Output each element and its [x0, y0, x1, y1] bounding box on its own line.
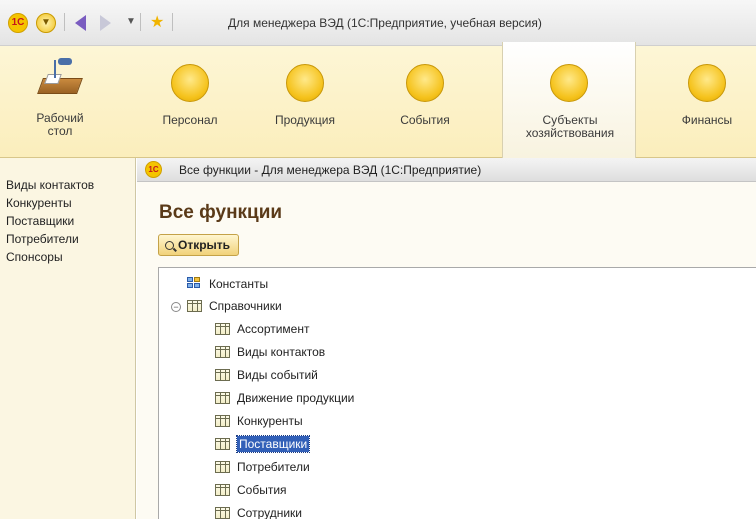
back-arrow-icon[interactable]: [75, 15, 86, 31]
nav-item-suppliers[interactable]: Поставщики: [0, 212, 135, 230]
tree-item-catalog[interactable]: События: [215, 480, 287, 500]
subwindow-title: Все функции - Для менеджера ВЭД (1С:Пред…: [179, 163, 482, 177]
tree-item-label: Движение продукции: [237, 391, 355, 405]
tree-item-catalog[interactable]: Конкуренты: [215, 411, 303, 431]
section-icon: [406, 64, 444, 102]
navigation-panel: Виды контактов Конкуренты Поставщики Пот…: [0, 158, 136, 519]
open-button-label: Открыть: [178, 238, 231, 252]
section-icon: [550, 64, 588, 102]
section-icon: [286, 64, 324, 102]
section-label: Персонал: [162, 113, 218, 127]
search-icon: [165, 241, 174, 250]
nav-item-consumers[interactable]: Потребители: [0, 230, 135, 248]
catalog-icon: [215, 323, 230, 335]
tree-item-catalog[interactable]: Ассортимент: [215, 319, 309, 339]
section-label: Субъекты хозяйствования: [525, 113, 615, 140]
section-icon: [171, 64, 209, 102]
catalog-icon: [215, 461, 230, 473]
tree-item-catalog[interactable]: Потребители: [215, 457, 310, 477]
separator: [64, 13, 65, 31]
section-staff[interactable]: Персонал: [148, 46, 232, 158]
separator: [172, 13, 173, 31]
catalog-icon: [215, 484, 230, 496]
catalog-icon: [215, 507, 230, 519]
catalog-icon: [215, 346, 230, 358]
tree-item-catalog[interactable]: Движение продукции: [215, 388, 354, 408]
nav-item-contact-types[interactable]: Виды контактов: [0, 176, 135, 194]
tree-item-label: Ассортимент: [237, 322, 310, 336]
desk-icon: [37, 58, 83, 98]
app-logo-icon: 1С: [145, 161, 162, 178]
tree-item-catalog[interactable]: Виды событий: [215, 365, 318, 385]
tree-item-label: Потребители: [237, 460, 310, 474]
section-finance[interactable]: Финансы: [664, 46, 750, 158]
catalog-icon: [215, 369, 230, 381]
section-business-entities[interactable]: Субъекты хозяйствования: [502, 42, 636, 158]
catalog-icon: [215, 392, 230, 404]
page-title: Все функции: [159, 202, 283, 223]
app-logo-icon[interactable]: 1С: [8, 13, 28, 33]
section-label: События: [400, 113, 450, 127]
section-label: Финансы: [681, 113, 733, 127]
tree-item-label: События: [237, 483, 287, 497]
tree-item-catalog[interactable]: Сотрудники: [215, 503, 302, 519]
section-events[interactable]: События: [380, 46, 470, 158]
catalog-icon: [215, 415, 230, 427]
section-label: Рабочий стол: [36, 111, 84, 138]
tree-item-label: Константы: [209, 277, 269, 291]
tree-item-label: Справочники: [209, 299, 282, 313]
constants-icon: [187, 277, 201, 290]
section-icon: [688, 64, 726, 102]
history-dropdown-icon[interactable]: ▼: [126, 16, 136, 27]
section-label: Продукция: [274, 113, 336, 127]
section-products[interactable]: Продукция: [256, 46, 354, 158]
collapse-icon[interactable]: −: [171, 302, 181, 312]
separator: [140, 13, 141, 31]
all-functions-window: 1С Все функции - Для менеджера ВЭД (1С:П…: [137, 158, 756, 519]
tree-item-catalogs[interactable]: − Справочники: [171, 296, 282, 316]
title-bar: 1С ▼ ▼ ★ Для менеджера ВЭД (1С:Предприят…: [0, 0, 756, 46]
tree-item-catalog[interactable]: Виды контактов: [215, 342, 325, 362]
sections-panel: Рабочий стол Персонал Продукция События …: [0, 42, 756, 158]
forward-arrow-icon[interactable]: [100, 15, 111, 31]
tree-item-label: Виды контактов: [237, 345, 326, 359]
tree-item-constants[interactable]: Константы: [187, 274, 268, 294]
tree-item-label: Сотрудники: [237, 506, 302, 519]
catalog-icon: [215, 438, 230, 450]
section-desktop[interactable]: Рабочий стол: [14, 46, 106, 158]
nav-item-sponsors[interactable]: Спонсоры: [0, 248, 135, 266]
catalog-icon: [187, 300, 202, 312]
functions-tree[interactable]: Константы − Справочники Ассортимент Виды …: [158, 267, 756, 519]
favorites-star-icon[interactable]: ★: [150, 13, 164, 33]
open-button[interactable]: Открыть: [158, 234, 240, 256]
tree-item-label: Конкуренты: [237, 414, 303, 428]
subwindow-title-bar: 1С Все функции - Для менеджера ВЭД (1С:П…: [137, 158, 756, 182]
nav-item-competitors[interactable]: Конкуренты: [0, 194, 135, 212]
tree-item-catalog-selected[interactable]: Поставщики: [215, 434, 311, 454]
tree-item-label: Поставщики: [235, 435, 311, 453]
window-title: Для менеджера ВЭД (1С:Предприятие, учебн…: [228, 16, 542, 30]
main-menu-button[interactable]: ▼: [36, 13, 56, 33]
tree-item-label: Виды событий: [237, 368, 318, 382]
